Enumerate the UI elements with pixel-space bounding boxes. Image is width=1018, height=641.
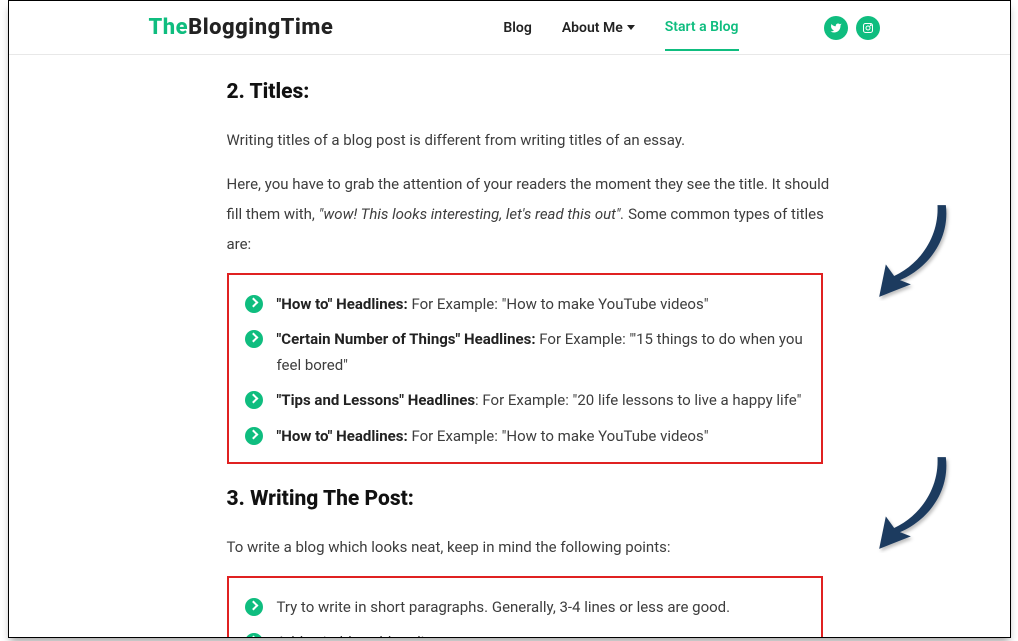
list-text: "How to" Headlines: For Example: "How to… [277,424,805,450]
annotation-arrow-icon [870,201,955,301]
social-links [824,16,880,40]
list-item: "Tips and Lessons" Headlines: For Exampl… [245,383,805,419]
section-3-para-1: To write a blog which looks neat, keep i… [227,532,839,562]
writing-tips-box: Try to write in short paragraphs. Genera… [227,576,823,638]
arrow-bullet-icon [245,598,263,616]
instagram-icon[interactable] [856,16,880,40]
list-item: "How to" Headlines: For Example: "How to… [245,419,805,455]
site-logo[interactable]: TheBloggingTime [149,15,334,40]
nav-about[interactable]: About Me [562,20,635,36]
list-text: Try to write in short paragraphs. Genera… [277,595,805,621]
list-text: "Tips and Lessons" Headlines: For Exampl… [277,388,805,414]
twitter-icon[interactable] [824,16,848,40]
nav-start-blog[interactable]: Start a Blog [665,19,739,51]
arrow-bullet-icon [245,330,263,348]
list-text: "How to" Headlines: For Example: "How to… [277,292,805,318]
section-2-para-1: Writing titles of a blog post is differe… [227,125,839,155]
list-text: Add suitable subheadings. [277,630,805,638]
logo-accent: The [149,15,189,40]
arrow-bullet-icon [245,391,263,409]
arrow-bullet-icon [245,633,263,638]
titles-examples-box: "How to" Headlines: For Example: "How to… [227,273,823,465]
chevron-down-icon [627,25,635,30]
main-nav: Blog About Me Start a Blog [503,16,879,40]
list-text: "Certain Number of Things" Headlines: Fo… [277,327,805,378]
section-2-para-2: Here, you have to grab the attention of … [227,169,839,259]
nav-blog[interactable]: Blog [503,20,531,36]
section-2-title: 2. Titles: [227,75,839,111]
list-item: "How to" Headlines: For Example: "How to… [245,287,805,323]
nav-about-label: About Me [562,20,623,36]
arrow-bullet-icon [245,295,263,313]
section-3-title: 3. Writing The Post: [227,482,839,518]
list-item: Try to write in short paragraphs. Genera… [245,590,805,626]
site-header: TheBloggingTime Blog About Me Start a Bl… [9,1,1010,55]
arrow-bullet-icon [245,427,263,445]
list-item: Add suitable subheadings. [245,625,805,638]
logo-rest: BloggingTime [188,15,333,40]
annotation-arrow-icon [870,453,955,553]
article-content: 2. Titles: Writing titles of a blog post… [9,55,839,638]
list-item: "Certain Number of Things" Headlines: Fo… [245,322,805,383]
text-italic: "wow! This looks interesting, let's read… [319,205,625,223]
